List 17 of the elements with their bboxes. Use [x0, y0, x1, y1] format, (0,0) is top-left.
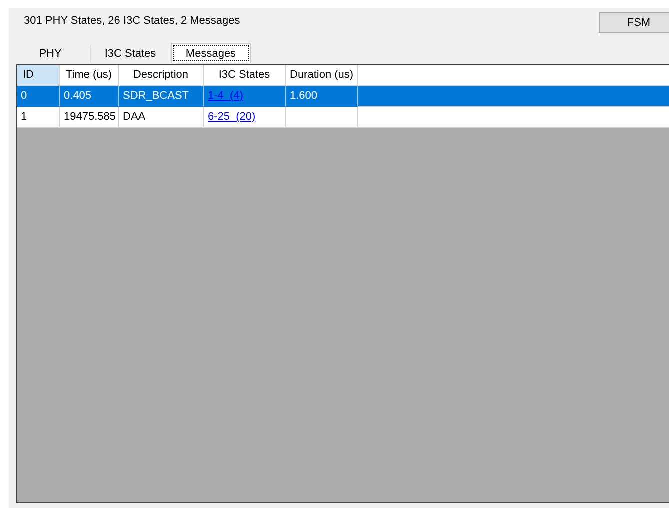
table-cell: 1.600 — [290, 90, 318, 102]
table-row[interactable]: 0 0.405 SDR_BCAST 1-4 (4) 1.600 — [17, 86, 669, 107]
column-header[interactable]: ID — [17, 65, 60, 86]
table-cell: 1 — [21, 111, 28, 123]
column-header[interactable]: Time (us) — [60, 65, 119, 86]
table-cell: SDR_BCAST — [123, 90, 190, 102]
table-cell: DAA — [123, 111, 146, 123]
table-cell: 19475.585 — [64, 111, 116, 123]
summary-text: 301 PHY States, 26 I3C States, 2 Messages — [24, 15, 242, 27]
fsm-button[interactable]: FSM — [599, 12, 669, 33]
tab[interactable]: Messages — [171, 43, 251, 63]
column-header[interactable]: Description — [119, 65, 204, 86]
column-header[interactable]: Duration (us) — [286, 65, 358, 86]
table-cell: 0.405 — [64, 90, 92, 102]
table-cell: 0 — [21, 90, 28, 102]
table-row[interactable]: 1 19475.585 DAA 6-25 (20) — [17, 107, 669, 128]
column-header[interactable]: I3C States — [204, 65, 286, 86]
